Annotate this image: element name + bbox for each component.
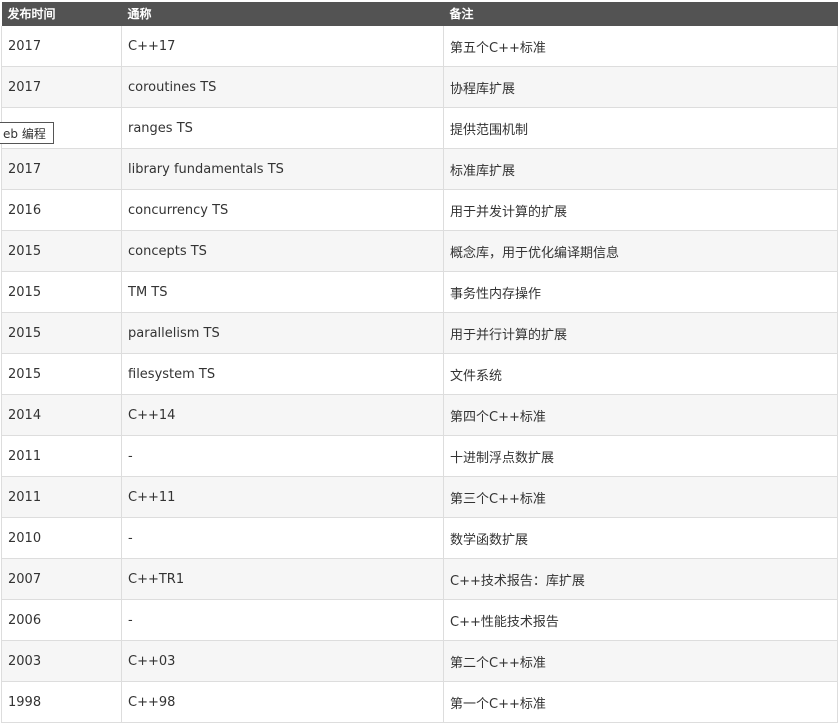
table-row: 2015 filesystem TS 文件系统 [1,353,838,395]
cell-date: 2011 [1,476,122,518]
header-row: 发布时间 通称 备注 [1,2,838,26]
cell-note: 事务性内存操作 [443,271,838,313]
header-note: 备注 [443,2,838,26]
cell-note: 用于并发计算的扩展 [443,189,838,231]
cell-date: 2017 [1,148,122,190]
table-body: 2017 C++17 第五个C++标准 2017 coroutines TS 协程库扩展 r… [1,26,838,723]
cell-name: library fundamentals TS [121,148,444,190]
table-row: 2007 C++TR1 C++技术报告：库扩展 [1,558,838,600]
table-row: 2011- 十进制浮点数扩展 [1,435,838,477]
cell-date: 2016 [1,189,122,231]
cell-name: ranges TS [121,107,444,149]
cell-name: - [121,435,444,477]
cell-date: 1998 [1,681,122,723]
cell-date: 2003 [1,640,122,682]
cell-date: 2015 [1,271,122,313]
cell-name: - [121,517,444,559]
cell-note: 第五个C++标准 [443,26,838,67]
header-date: 发布时间 [1,2,122,26]
cell-name: C++11 [121,476,444,518]
cell-date: 2011 [1,435,122,477]
cell-date: 2010 [1,517,122,559]
table-row: 2017 C++17 第五个C++标准 [1,26,838,67]
table-row: 2017 library fundamentals TS 标准库扩展 [1,148,838,190]
cell-name: TM TS [121,271,444,313]
cell-note: C++性能技术报告 [443,599,838,641]
cell-note: 文件系统 [443,353,838,395]
table-row: ranges TS 提供范围机制 [1,107,838,149]
table-row: 2017 coroutines TS 协程库扩展 [1,66,838,108]
tooltip: eb 编程 [0,122,54,144]
cell-note: 概念库，用于优化编译期信息 [443,230,838,272]
cell-date: 2015 [1,353,122,395]
cell-name: concurrency TS [121,189,444,231]
cell-note: 用于并行计算的扩展 [443,312,838,354]
cell-note: 标准库扩展 [443,148,838,190]
cell-note: 第四个C++标准 [443,394,838,436]
cpp-standards-table: 发布时间 通称 备注 2017 C++17 第五个C++标准 2017 coroutin… [1,2,838,723]
cell-note: 提供范围机制 [443,107,838,149]
table-row: 2006- C++性能技术报告 [1,599,838,641]
cell-note: C++技术报告：库扩展 [443,558,838,600]
cell-name: C++14 [121,394,444,436]
cell-date: 2015 [1,230,122,272]
table-row: 2015 parallelism TS 用于并行计算的扩展 [1,312,838,354]
cell-date: 2015 [1,312,122,354]
cell-note: 第一个C++标准 [443,681,838,723]
cell-name: coroutines TS [121,66,444,108]
cell-name: C++17 [121,26,444,67]
cell-note: 第三个C++标准 [443,476,838,518]
table-row: 2015 concepts TS 概念库，用于优化编译期信息 [1,230,838,272]
cell-note: 十进制浮点数扩展 [443,435,838,477]
cell-date: 2014 [1,394,122,436]
cell-date: 2006 [1,599,122,641]
table-row: 2010- 数学函数扩展 [1,517,838,559]
cell-date: 2007 [1,558,122,600]
table-row: 2016 concurrency TS 用于并发计算的扩展 [1,189,838,231]
cell-name: - [121,599,444,641]
cell-date: 2017 [1,26,122,67]
cell-name: filesystem TS [121,353,444,395]
cell-date: 2017 [1,66,122,108]
table-row: 2011 C++11 第三个C++标准 [1,476,838,518]
table-row: 2003 C++03 第二个C++标准 [1,640,838,682]
cell-name: parallelism TS [121,312,444,354]
page: 发布时间 通称 备注 2017 C++17 第五个C++标准 2017 coroutin… [0,0,838,725]
cell-name: concepts TS [121,230,444,272]
table-row: 1998 C++98 第一个C++标准 [1,681,838,723]
table-header: 发布时间 通称 备注 [1,2,838,26]
cell-name: C++98 [121,681,444,723]
cell-note: 第二个C++标准 [443,640,838,682]
cell-name: C++03 [121,640,444,682]
cell-note: 协程库扩展 [443,66,838,108]
table-row: 2014 C++14 第四个C++标准 [1,394,838,436]
cell-name: C++TR1 [121,558,444,600]
cell-note: 数学函数扩展 [443,517,838,559]
table-row: 2015 TM TS 事务性内存操作 [1,271,838,313]
header-name: 通称 [121,2,444,26]
